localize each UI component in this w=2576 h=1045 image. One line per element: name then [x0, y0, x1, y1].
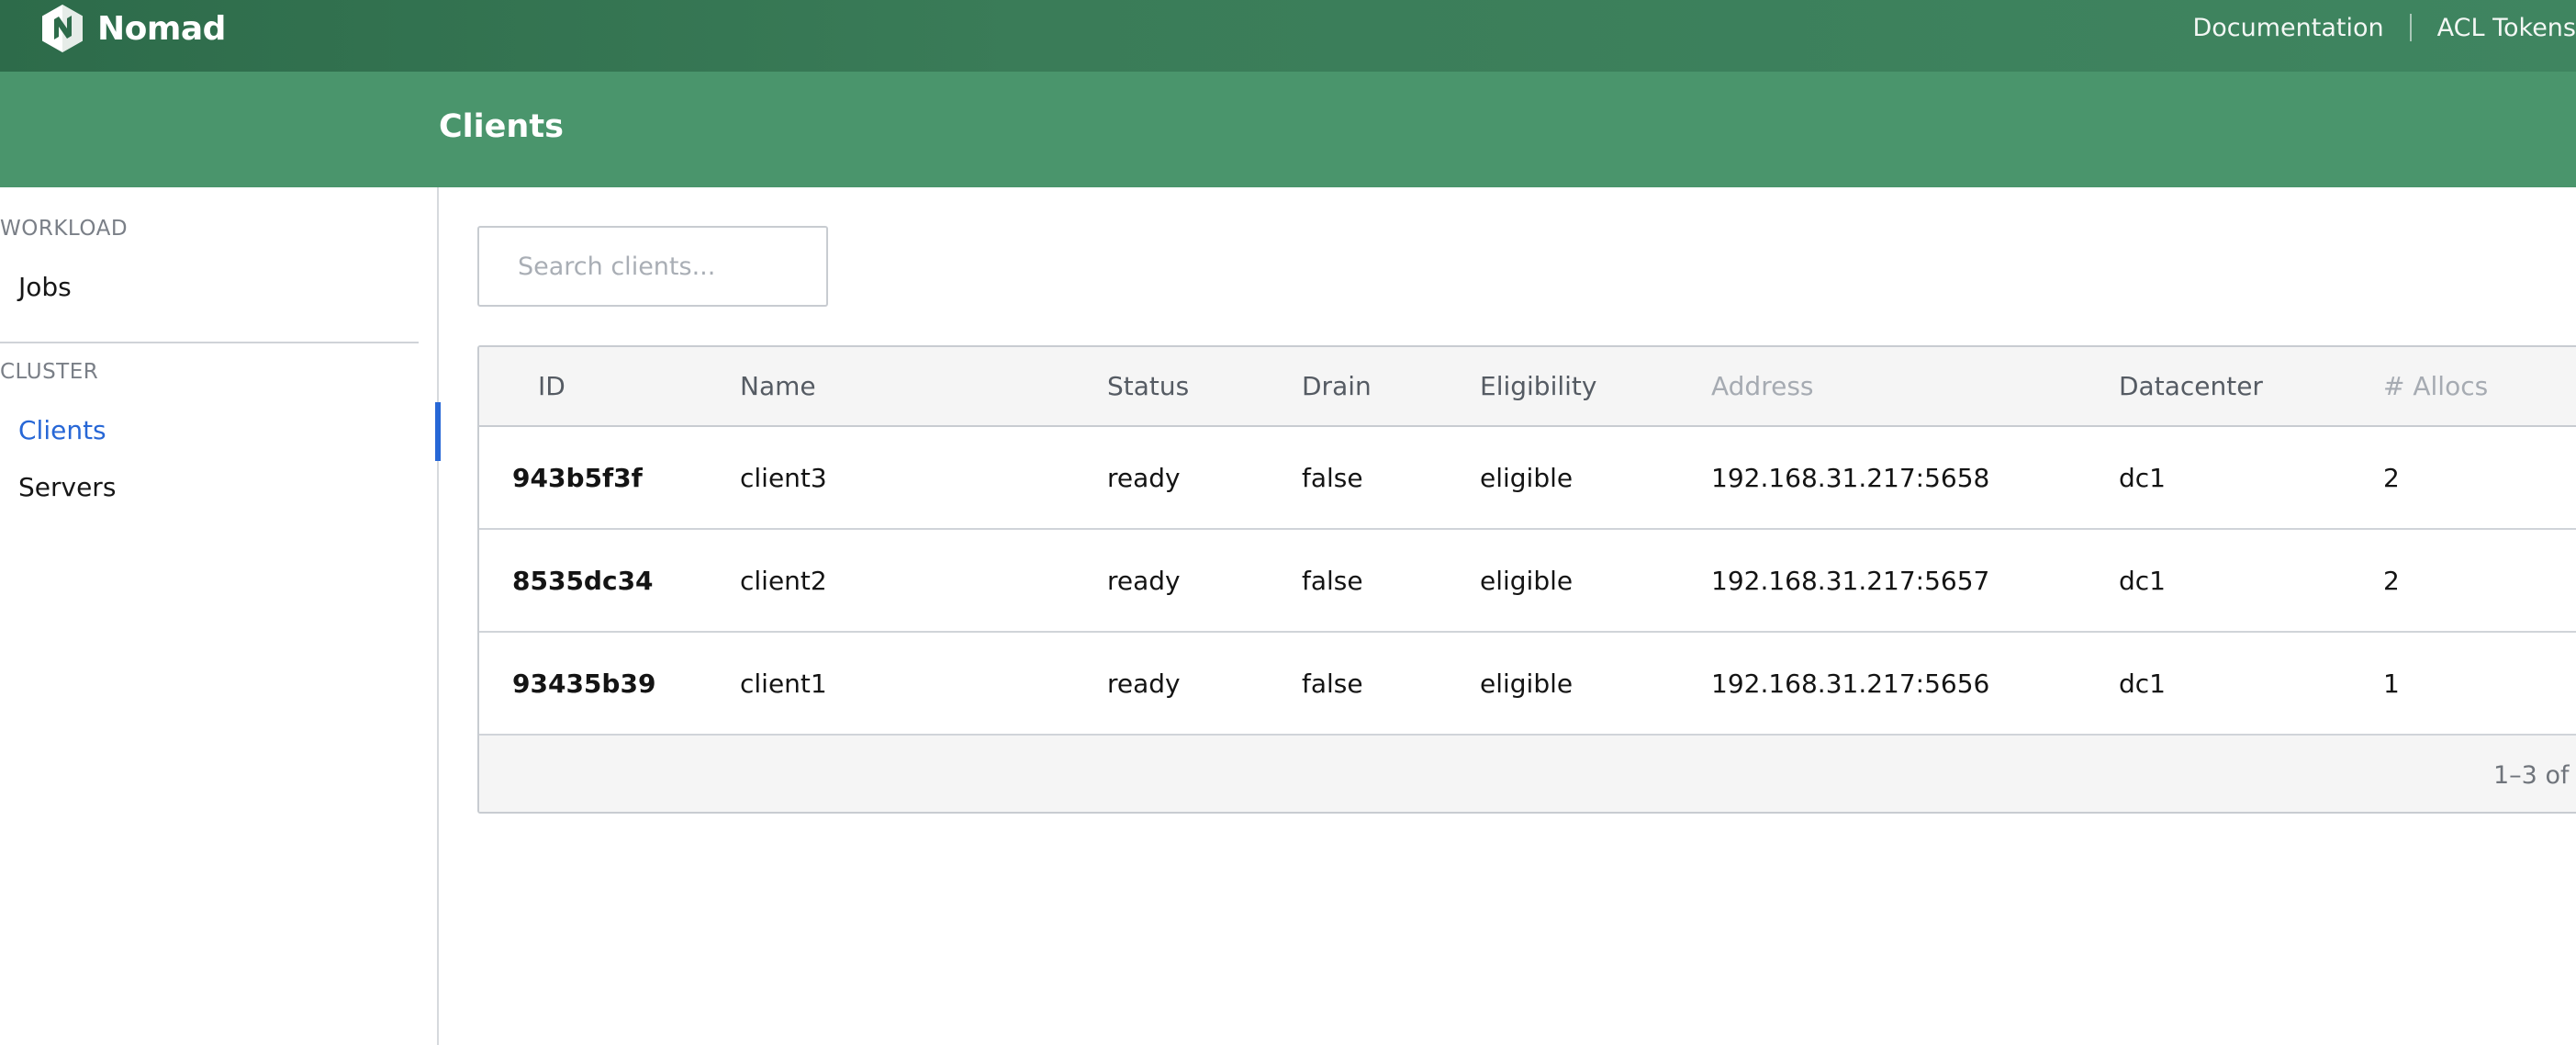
client-datacenter: dc1	[2119, 426, 2383, 530]
client-status: ready	[1107, 632, 1302, 736]
page-title: Clients	[439, 108, 564, 145]
client-eligibility: eligible	[1480, 632, 1711, 736]
client-eligibility: eligible	[1480, 529, 1711, 633]
client-allocs: 2	[2383, 529, 2576, 633]
column-header-drain[interactable]: Drain	[1302, 347, 1480, 427]
client-name: client3	[740, 426, 1107, 530]
client-name: client2	[740, 529, 1107, 633]
column-header-datacenter[interactable]: Datacenter	[2119, 347, 2383, 427]
table-row[interactable]: 943b5f3f client3 ready false eligible 19…	[479, 426, 2576, 530]
client-eligibility: eligible	[1480, 426, 1711, 530]
client-id-link[interactable]: 8535dc34	[479, 529, 740, 633]
sidebar-item-servers[interactable]: Servers	[18, 472, 116, 502]
client-allocs: 2	[2383, 426, 2576, 530]
sidebar-item-jobs[interactable]: Jobs	[18, 272, 72, 302]
column-header-id[interactable]: ID	[479, 347, 740, 427]
column-header-address: Address	[1711, 347, 2119, 427]
acl-tokens-link[interactable]: ACL Tokens	[2412, 14, 2576, 42]
client-status: ready	[1107, 426, 1302, 530]
active-item-indicator	[435, 402, 441, 461]
client-name: client1	[740, 632, 1107, 736]
nomad-hexagon-logo-icon	[42, 5, 83, 52]
search-clients-input[interactable]	[477, 226, 828, 307]
sidebar-item-clients[interactable]: Clients	[18, 415, 106, 445]
client-id-link[interactable]: 93435b39	[479, 632, 740, 736]
documentation-link[interactable]: Documentation	[2167, 14, 2409, 42]
client-address: 192.168.31.217:5656	[1711, 632, 2119, 736]
client-datacenter: dc1	[2119, 529, 2383, 633]
table-footer: 1–3 of 3	[479, 735, 2576, 812]
client-address: 192.168.31.217:5657	[1711, 529, 2119, 633]
client-allocs: 1	[2383, 632, 2576, 736]
client-drain: false	[1302, 529, 1480, 633]
column-header-allocs: # Allocs	[2383, 347, 2576, 427]
sidebar-section-cluster: CLUSTER	[0, 360, 99, 384]
top-navigation-bar: Nomad Documentation ACL Tokens	[0, 0, 2576, 72]
client-address: 192.168.31.217:5658	[1711, 426, 2119, 530]
table-row[interactable]: 93435b39 client1 ready false eligible 19…	[479, 632, 2576, 736]
table-row[interactable]: 8535dc34 client2 ready false eligible 19…	[479, 529, 2576, 633]
clients-table: ID Name Status Drain Eligibility Address…	[477, 345, 2576, 814]
sidebar: WORKLOAD Jobs CLUSTER Clients Servers	[0, 187, 441, 1045]
table-footer-cell: 1–3 of 3	[479, 735, 2576, 812]
brand-name: Nomad	[97, 9, 226, 48]
column-header-eligibility[interactable]: Eligibility	[1480, 347, 1711, 427]
sidebar-divider	[0, 342, 419, 343]
page-header: Clients	[0, 72, 2576, 187]
column-header-status[interactable]: Status	[1107, 347, 1302, 427]
table-header-row: ID Name Status Drain Eligibility Address…	[479, 347, 2576, 427]
sidebar-section-workload: WORKLOAD	[0, 217, 129, 241]
top-nav-links: Documentation ACL Tokens	[2167, 0, 2576, 55]
client-drain: false	[1302, 426, 1480, 530]
client-drain: false	[1302, 632, 1480, 736]
pagination-info: 1–3 of 3	[2493, 761, 2576, 790]
client-datacenter: dc1	[2119, 632, 2383, 736]
column-header-name[interactable]: Name	[740, 347, 1107, 427]
client-status: ready	[1107, 529, 1302, 633]
brand-home-link[interactable]: Nomad	[40, 3, 226, 54]
client-id-link[interactable]: 943b5f3f	[479, 426, 740, 530]
